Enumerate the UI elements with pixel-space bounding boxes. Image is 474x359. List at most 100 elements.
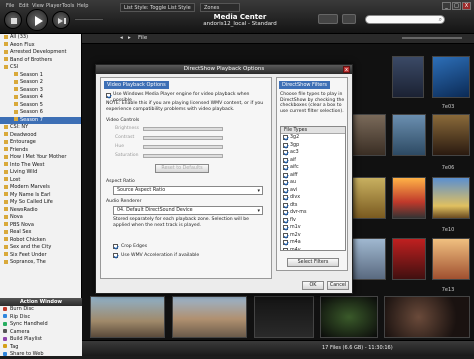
file-type-row[interactable]: aiff [281,172,345,180]
directshow-filters-tab[interactable]: DirectShow Filters [279,81,331,89]
zones-tab[interactable]: Zones [200,3,240,12]
tree-item[interactable]: PBS Nova [0,222,81,230]
contrast-slider[interactable] [143,136,223,140]
thumbnail[interactable] [90,296,165,338]
aspect-ratio-select[interactable]: Source Aspect Ratio [113,186,263,195]
menu-edit[interactable]: Edit [19,3,29,9]
theater-button[interactable] [342,14,356,24]
file-type-checkbox[interactable] [283,232,288,238]
tree-item[interactable]: Season 4 [0,94,81,102]
file-type-row[interactable]: aif [281,157,345,165]
thumbnail[interactable] [392,238,426,280]
library-tree[interactable]: All (33) Aeon Flux Arrested Development Ban… [0,34,82,298]
close-button[interactable]: X [462,2,471,10]
tree-item[interactable]: Arrested Development [0,49,81,57]
file-type-row[interactable]: ac3 [281,149,345,157]
file-type-row[interactable]: m4v [281,247,345,250]
action-item[interactable]: Tag [0,344,82,352]
thumbnail[interactable] [392,114,426,156]
tree-item[interactable]: Season 7 [0,116,81,124]
tree-item[interactable]: NewsRadio [0,207,81,215]
file-type-checkbox[interactable] [283,210,288,215]
file-type-row[interactable]: m1v [281,224,345,232]
audio-renderer-select[interactable]: 04. Default DirectSound Device [113,206,263,215]
file-type-checkbox[interactable] [283,195,288,200]
minimize-button[interactable]: _ [442,2,451,10]
file-type-row[interactable]: m2v [281,232,345,240]
tree-item[interactable]: All (33) [0,34,81,42]
reset-defaults-button[interactable]: Reset to Defaults [155,164,209,173]
brightness-slider[interactable] [143,127,223,131]
menu-file[interactable]: File [6,3,14,9]
tree-item[interactable]: Entourage [0,139,81,147]
file-type-checkbox[interactable] [283,202,288,208]
thumbnail[interactable] [432,177,470,219]
maximize-button[interactable]: □ [452,2,461,10]
tree-item[interactable]: How I Met Your Mother [0,154,81,162]
next-button[interactable] [52,11,70,29]
file-type-checkbox[interactable] [283,150,288,155]
play-button[interactable] [26,9,48,31]
tree-item[interactable]: Season 5 [0,102,81,110]
thumbnail[interactable] [352,114,386,156]
thumbnail[interactable] [392,177,426,219]
file-type-checkbox[interactable] [283,142,288,148]
select-filters-button[interactable]: Select Filters [287,258,339,267]
file-type-checkbox[interactable] [283,180,288,185]
cancel-button[interactable]: Cancel [327,281,349,290]
tree-item[interactable]: Nova [0,214,81,222]
tree-item[interactable]: Band of Brothers [0,57,81,65]
crop-edges-checkbox[interactable] [113,244,118,249]
file-type-row[interactable]: 3gp [281,142,345,150]
file-type-row[interactable]: flv [281,217,345,225]
view-back-icon[interactable]: ◂ [120,35,123,41]
thumbnail[interactable] [384,296,470,338]
file-type-row[interactable]: aifc [281,164,345,172]
thumbnail[interactable] [432,238,470,280]
volume-slider[interactable] [74,18,104,21]
tree-item[interactable]: Robot Chicken [0,237,81,245]
thumbnail[interactable] [352,238,386,280]
tree-item[interactable]: Living Wild [0,169,81,177]
file-type-row[interactable]: dvr-ms [281,209,345,217]
file-types-list[interactable]: File Types 3g2 3gp ac3 aif aifc aiff au avi divx… [280,126,346,251]
menu-player[interactable]: Player [46,3,62,9]
wmp-engine-checkbox[interactable] [106,93,111,98]
menu-tools[interactable]: Tools [62,3,74,9]
file-type-row[interactable]: divx [281,194,345,202]
action-item[interactable]: Build Playlist [0,336,82,344]
ok-button[interactable]: OK [302,281,324,290]
action-item[interactable]: Burn Disc [0,306,82,314]
tree-item[interactable]: Friends [0,147,81,155]
file-type-checkbox[interactable] [283,165,288,170]
file-type-checkbox[interactable] [283,225,288,230]
thumbnail[interactable] [432,114,470,156]
tree-item[interactable]: My Name Is Earl [0,192,81,200]
action-item[interactable]: Rip Disc [0,314,82,322]
file-type-row[interactable]: avi [281,187,345,195]
thumbnail[interactable] [172,296,247,338]
thumbnail[interactable] [392,56,424,98]
action-item[interactable]: Share to Web [0,351,82,359]
tree-item[interactable]: Season 3 [0,87,81,95]
tree-item[interactable]: Sex and the City [0,244,81,252]
tree-item[interactable]: CSI [0,64,81,72]
tree-item[interactable]: CSI: NY [0,124,81,132]
view-forward-icon[interactable]: ▸ [128,35,131,41]
thumbnail[interactable] [432,56,470,98]
file-type-checkbox[interactable] [283,135,288,140]
tree-item[interactable]: Real Sex [0,229,81,237]
tree-item[interactable]: Season 1 [0,72,81,80]
tree-item[interactable]: Six Feet Under [0,252,81,260]
file-menu-button[interactable]: File [138,35,147,41]
file-type-checkbox[interactable] [283,172,288,178]
stop-button[interactable] [4,11,22,29]
tree-item[interactable]: Into The West [0,162,81,170]
tree-item[interactable]: Season 6 [0,109,81,117]
file-type-row[interactable]: m4a [281,239,345,247]
file-type-checkbox[interactable] [283,157,288,163]
display-button[interactable] [318,14,338,24]
menu-help[interactable]: Help [77,3,88,9]
thumbnail[interactable] [352,177,386,219]
list-style-tab[interactable]: List Style: Toggle List Style [120,3,195,12]
